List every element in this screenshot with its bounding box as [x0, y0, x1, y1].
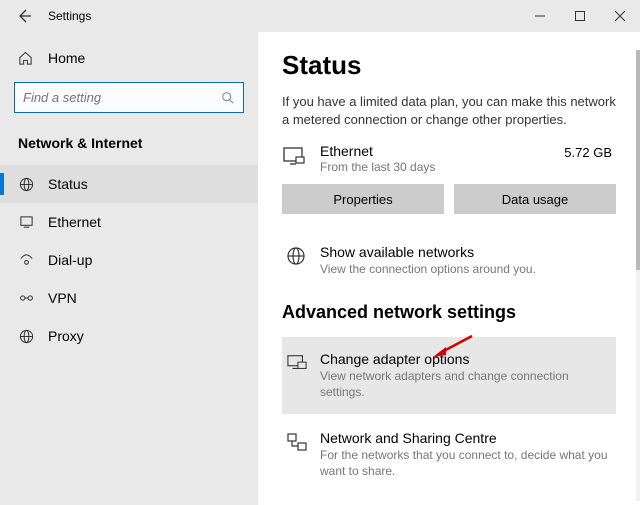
- network-summary: Ethernet From the last 30 days 5.72 GB: [282, 143, 616, 174]
- nav-label: Dial-up: [48, 252, 92, 268]
- window-title: Settings: [48, 9, 91, 23]
- network-name: Ethernet: [320, 143, 564, 159]
- minimize-button[interactable]: [520, 0, 560, 32]
- option-sub: View the connection options around you.: [320, 261, 612, 277]
- maximize-icon: [575, 11, 585, 21]
- adapter-icon: [286, 351, 316, 373]
- nav-label: Ethernet: [48, 214, 101, 230]
- nav-label: Proxy: [48, 328, 84, 344]
- nav-item-status[interactable]: Status: [0, 165, 258, 203]
- proxy-icon: [18, 329, 34, 344]
- content-pane: Status If you have a limited data plan, …: [258, 32, 640, 505]
- home-label: Home: [48, 50, 85, 66]
- nav-label: Status: [48, 176, 88, 192]
- network-sub: From the last 30 days: [320, 160, 564, 174]
- search-box[interactable]: [14, 82, 244, 113]
- ethernet-icon: [18, 215, 34, 230]
- option-title: Show available networks: [320, 244, 612, 260]
- monitor-icon: [282, 143, 312, 169]
- category-title: Network & Internet: [0, 131, 258, 165]
- advanced-heading: Advanced network settings: [282, 302, 616, 323]
- option-title: Network and Sharing Centre: [320, 430, 612, 446]
- home-icon: [18, 51, 34, 66]
- minimize-icon: [535, 11, 545, 21]
- window-controls: [520, 0, 640, 32]
- nav-item-vpn[interactable]: VPN: [0, 279, 258, 317]
- search-input[interactable]: [23, 90, 221, 105]
- properties-button[interactable]: Properties: [282, 184, 444, 214]
- sidebar: Home Network & Internet Status Ethernet: [0, 32, 258, 505]
- maximize-button[interactable]: [560, 0, 600, 32]
- back-arrow-icon: [16, 8, 32, 24]
- close-button[interactable]: [600, 0, 640, 32]
- dialup-icon: [18, 253, 34, 268]
- sharing-centre-option[interactable]: Network and Sharing Centre For the netwo…: [282, 424, 616, 485]
- change-adapter-option[interactable]: Change adapter options View network adap…: [282, 337, 616, 414]
- page-title: Status: [282, 50, 616, 81]
- back-button[interactable]: [10, 2, 38, 30]
- globe-icon: [286, 244, 316, 266]
- close-icon: [615, 11, 625, 21]
- data-usage-button[interactable]: Data usage: [454, 184, 616, 214]
- vpn-icon: [18, 292, 34, 304]
- home-button[interactable]: Home: [0, 44, 258, 76]
- sharing-icon: [286, 430, 316, 454]
- search-icon: [221, 91, 235, 105]
- show-networks-option[interactable]: Show available networks View the connect…: [282, 238, 616, 283]
- option-title: Change adapter options: [320, 351, 612, 367]
- option-sub: For the networks that you connect to, de…: [320, 447, 612, 479]
- network-usage: 5.72 GB: [564, 145, 616, 160]
- nav-item-dialup[interactable]: Dial-up: [0, 241, 258, 279]
- status-icon: [18, 177, 34, 192]
- nav-item-proxy[interactable]: Proxy: [0, 317, 258, 355]
- nav-label: VPN: [48, 290, 77, 306]
- titlebar: Settings: [0, 0, 640, 32]
- page-description: If you have a limited data plan, you can…: [282, 93, 616, 129]
- scrollbar-thumb[interactable]: [636, 50, 640, 270]
- option-sub: View network adapters and change connect…: [320, 368, 612, 400]
- nav-item-ethernet[interactable]: Ethernet: [0, 203, 258, 241]
